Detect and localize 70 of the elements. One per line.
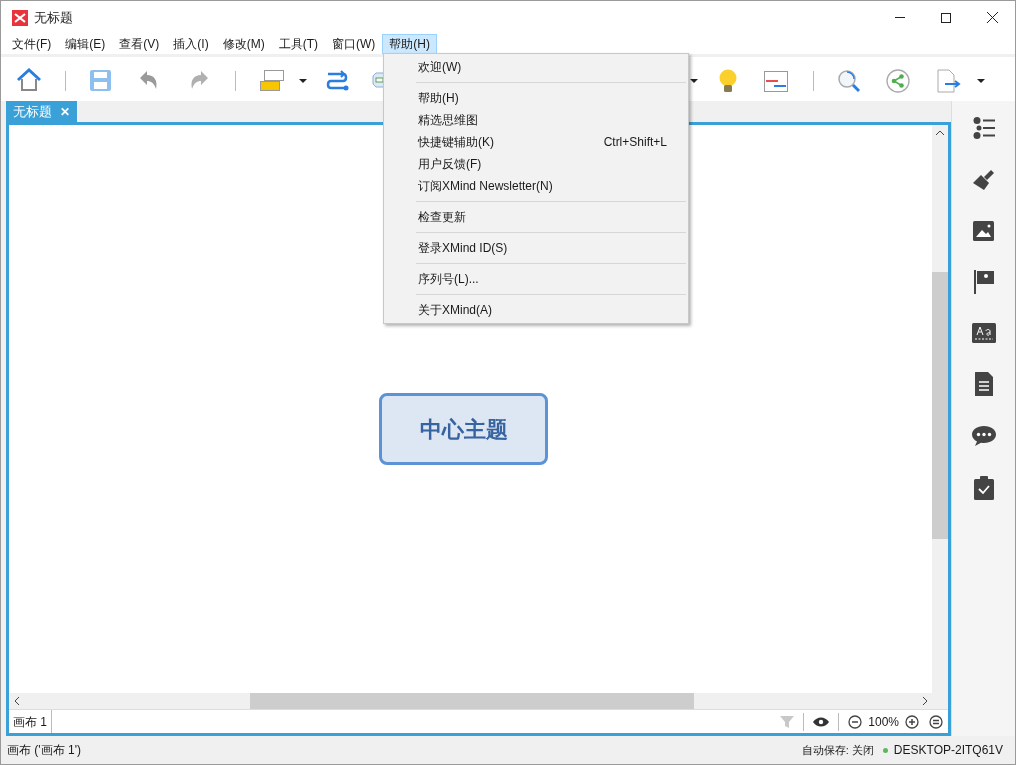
menu-entry-label: 关于XMind(A) (418, 302, 492, 319)
relationship-icon[interactable] (325, 69, 349, 93)
zoom-level: 100% (868, 713, 899, 731)
menu-entry-label: 欢迎(W) (418, 59, 462, 76)
host-name: DESKTOP-2ITQ61V (893, 742, 1003, 759)
comment-icon[interactable] (971, 425, 996, 447)
horizontal-scrollbar[interactable] (9, 693, 948, 709)
menu-item[interactable]: 帮助(H) (382, 34, 437, 54)
menu-item[interactable]: 查看(V) (112, 34, 167, 54)
topic-icon[interactable] (260, 70, 284, 92)
flag-icon[interactable] (973, 270, 994, 294)
menu-entry[interactable]: 帮助(H) (384, 87, 688, 109)
menu-item[interactable]: 修改(M) (215, 34, 272, 54)
outline-icon[interactable] (972, 117, 995, 139)
shortcut-text: Ctrl+Shift+L (603, 134, 667, 151)
menu-entry[interactable]: 快捷键辅助(K) Ctrl+Shift+L (384, 131, 688, 153)
undo-icon[interactable] (139, 70, 159, 90)
window-title: 无标题 (34, 8, 73, 27)
gantt-icon[interactable] (764, 71, 788, 92)
minimize-icon (895, 17, 905, 18)
menu-item[interactable]: 插入(I) (166, 34, 216, 54)
home-icon[interactable] (16, 68, 42, 92)
menu-entry-label: 检查更新 (418, 209, 466, 226)
share-icon[interactable] (886, 69, 910, 93)
fit-icon[interactable] (929, 714, 943, 729)
caret-icon[interactable] (977, 79, 985, 83)
maximize-icon (941, 12, 951, 23)
menu-item[interactable]: 文件(F) (5, 34, 59, 54)
menu-entry[interactable]: 欢迎(W) (384, 56, 688, 78)
menu-entry-label: 登录XMind ID(S) (418, 240, 508, 257)
task-icon[interactable] (973, 476, 994, 500)
paint-brush-icon[interactable] (971, 168, 996, 192)
menu-entry-label: 帮助(H) (418, 90, 459, 107)
close-icon (986, 12, 998, 23)
caret-icon[interactable] (690, 79, 698, 83)
scrollbar-thumb[interactable] (250, 693, 694, 709)
autosave-status: 自动保存: 关闭 (801, 742, 874, 758)
menu-entry-label: 序列号(L)... (418, 271, 479, 288)
scrollbar-thumb[interactable] (932, 272, 948, 539)
text-style-icon[interactable] (971, 323, 996, 343)
zoom-in-icon[interactable] (905, 714, 919, 729)
menu-entry[interactable]: 用户反馈(F) (384, 153, 688, 175)
central-topic[interactable]: 中心主题 (379, 393, 548, 465)
menu-entry-label: 精选思维图 (418, 112, 478, 129)
search-icon[interactable] (837, 69, 861, 93)
document-icon[interactable] (974, 372, 993, 396)
lightbulb-icon[interactable] (718, 69, 738, 93)
menu-entry-label: 快捷键辅助(K) (418, 134, 494, 151)
scroll-up-icon[interactable] (936, 130, 944, 135)
menu-entry[interactable]: 序列号(L)... (384, 268, 688, 290)
menu-item[interactable]: 编辑(E) (58, 34, 113, 54)
menu-entry[interactable]: 关于XMind(A) (384, 299, 688, 321)
scroll-left-icon[interactable] (14, 697, 19, 705)
zoom-out-icon[interactable] (848, 714, 863, 729)
eye-icon[interactable] (813, 716, 830, 727)
menu-item[interactable]: 工具(T) (271, 34, 325, 54)
menu-entry[interactable]: 精选思维图 (384, 109, 688, 131)
menu-entry-label: 用户反馈(F) (418, 156, 482, 173)
export-icon[interactable] (937, 69, 961, 93)
scroll-right-icon[interactable] (923, 697, 928, 705)
menu-entry-label: 订阅XMind Newsletter(N) (418, 178, 553, 195)
menu-entry[interactable]: 订阅XMind Newsletter(N) (384, 175, 688, 197)
menu-entry[interactable]: 检查更新 (384, 206, 688, 228)
menu-entry[interactable]: 登录XMind ID(S) (384, 237, 688, 259)
image-icon[interactable] (973, 221, 994, 241)
status-text: 画布 ('画布 1') (7, 742, 81, 759)
menu-item[interactable]: 窗口(W) (325, 34, 383, 54)
caret-icon[interactable] (299, 79, 307, 83)
app-logo-icon (12, 9, 28, 26)
vertical-scrollbar[interactable] (932, 125, 948, 693)
